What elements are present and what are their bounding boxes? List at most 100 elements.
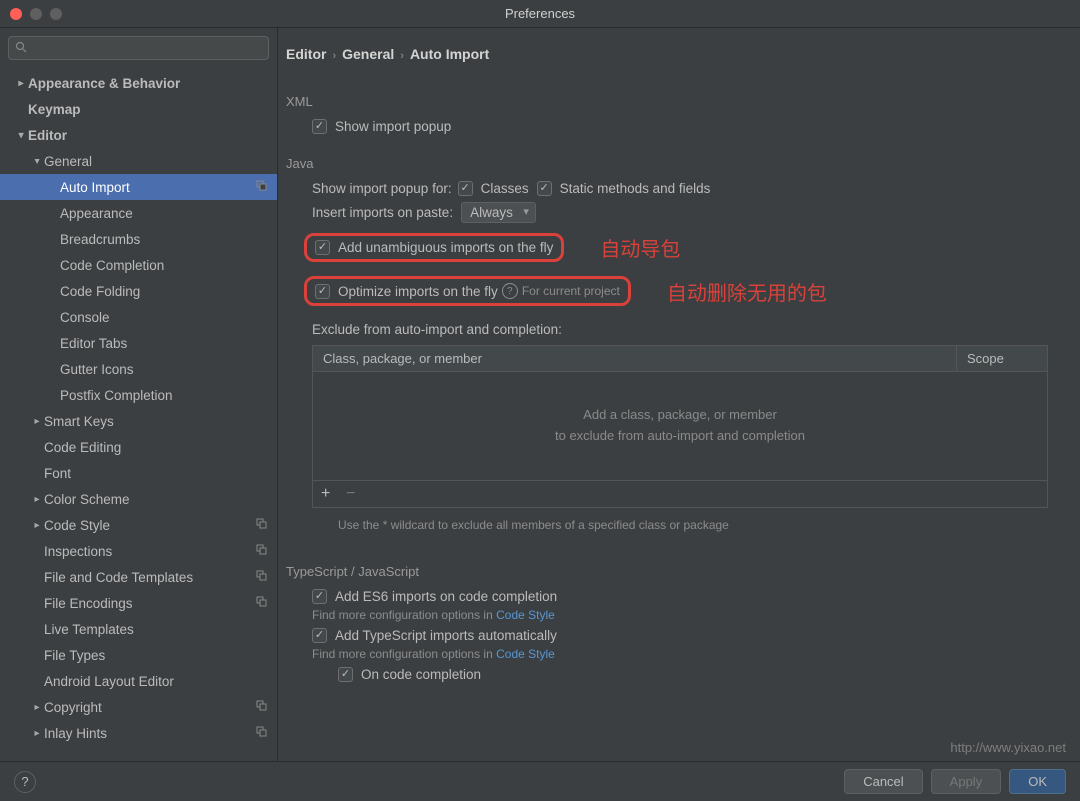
sidebar-item-label: Code Completion — [60, 258, 164, 273]
chevron-icon[interactable]: ▸ — [30, 520, 44, 531]
help-button[interactable]: ? — [14, 771, 36, 793]
static-methods-checkbox[interactable] — [537, 181, 552, 196]
cancel-button[interactable]: Cancel — [844, 769, 922, 794]
sidebar-item-color-scheme[interactable]: ▸Color Scheme — [0, 486, 277, 512]
col-scope-header[interactable]: Scope — [957, 346, 1047, 371]
ts-section: TypeScript / JavaScript — [286, 564, 1058, 579]
sidebar-item-breadcrumbs[interactable]: Breadcrumbs — [0, 226, 277, 252]
sidebar-item-label: Font — [44, 466, 71, 481]
sidebar-item-console[interactable]: Console — [0, 304, 277, 330]
sidebar-item-code-editing[interactable]: Code Editing — [0, 434, 277, 460]
ok-button[interactable]: OK — [1009, 769, 1066, 794]
sidebar-item-code-folding[interactable]: Code Folding — [0, 278, 277, 304]
col-class-header[interactable]: Class, package, or member — [313, 346, 957, 371]
sidebar-item-label: File and Code Templates — [44, 570, 193, 585]
chevron-icon[interactable]: ▸ — [16, 128, 27, 142]
sidebar-item-label: Breadcrumbs — [60, 232, 140, 247]
search-input[interactable] — [8, 36, 269, 60]
sidebar-item-inspections[interactable]: Inspections — [0, 538, 277, 564]
annotation-auto-import: 自动导包 — [600, 233, 680, 262]
sidebar-item-copyright[interactable]: ▸Copyright — [0, 694, 277, 720]
sidebar-item-live-templates[interactable]: Live Templates — [0, 616, 277, 642]
xml-section: XML — [286, 94, 1058, 109]
minimize-icon[interactable] — [30, 8, 42, 20]
wildcard-hint: Use the * wildcard to exclude all member… — [338, 516, 778, 534]
add-ts-checkbox[interactable] — [312, 628, 327, 643]
sidebar-item-label: Inlay Hints — [44, 726, 107, 741]
sidebar-item-label: Console — [60, 310, 110, 325]
chevron-icon[interactable]: ▸ — [30, 728, 44, 739]
apply-button[interactable]: Apply — [931, 769, 1002, 794]
chevron-icon[interactable]: ▸ — [32, 154, 43, 168]
sidebar-item-auto-import[interactable]: Auto Import — [0, 174, 277, 200]
sidebar-item-code-style[interactable]: ▸Code Style — [0, 512, 277, 538]
sidebar-item-label: Keymap — [28, 102, 81, 117]
sidebar-item-editor-tabs[interactable]: Editor Tabs — [0, 330, 277, 356]
sidebar-item-label: Postfix Completion — [60, 388, 173, 403]
remove-exclude-button[interactable]: − — [346, 485, 355, 502]
optimize-label: Optimize imports on the fly — [338, 284, 498, 299]
code-style-link[interactable]: Code Style — [496, 608, 555, 622]
sidebar-item-label: Editor — [28, 128, 67, 143]
code-style-link-2[interactable]: Code Style — [496, 647, 555, 661]
sidebar-item-smart-keys[interactable]: ▸Smart Keys — [0, 408, 277, 434]
sidebar-item-inlay-hints[interactable]: ▸Inlay Hints — [0, 720, 277, 746]
xml-show-import-popup-label: Show import popup — [335, 119, 451, 134]
sidebar-item-android-layout-editor[interactable]: Android Layout Editor — [0, 668, 277, 694]
chevron-icon[interactable]: ▸ — [30, 702, 44, 713]
titlebar: Preferences — [0, 0, 1080, 28]
exclude-empty: Add a class, package, or member to exclu… — [313, 372, 1047, 480]
insert-on-paste-dropdown[interactable]: Always — [461, 202, 536, 223]
ts-hint: Find more configuration options in Code … — [312, 647, 555, 661]
sidebar-item-font[interactable]: Font — [0, 460, 277, 486]
maximize-icon[interactable] — [50, 8, 62, 20]
add-unambiguous-checkbox[interactable] — [315, 240, 330, 255]
close-icon[interactable] — [10, 8, 22, 20]
sidebar-item-keymap[interactable]: Keymap — [0, 96, 277, 122]
on-completion-checkbox[interactable] — [338, 667, 353, 682]
sidebar-item-label: Auto Import — [60, 180, 130, 195]
classes-checkbox[interactable] — [458, 181, 473, 196]
optimize-checkbox[interactable] — [315, 284, 330, 299]
help-icon[interactable]: ? — [502, 283, 518, 299]
chevron-icon[interactable]: ▸ — [30, 416, 44, 427]
sidebar-item-label: Live Templates — [44, 622, 134, 637]
exclude-label: Exclude from auto-import and completion: — [312, 322, 562, 337]
chevron-icon[interactable]: ▸ — [30, 494, 44, 505]
shared-settings-icon — [256, 518, 267, 532]
sidebar-item-code-completion[interactable]: Code Completion — [0, 252, 277, 278]
shared-settings-icon — [256, 700, 267, 714]
static-methods-label: Static methods and fields — [560, 181, 711, 196]
sidebar-item-editor[interactable]: ▸Editor — [0, 122, 277, 148]
on-completion-label: On code completion — [361, 667, 481, 682]
sidebar-item-label: Inspections — [44, 544, 112, 559]
chevron-icon[interactable]: ▸ — [14, 78, 28, 89]
classes-label: Classes — [481, 181, 529, 196]
window-title: Preferences — [0, 6, 1080, 21]
sidebar-item-label: Appearance — [60, 206, 133, 221]
sidebar-item-file-types[interactable]: File Types — [0, 642, 277, 668]
sidebar-item-label: General — [44, 154, 92, 169]
xml-show-import-popup-checkbox[interactable] — [312, 119, 327, 134]
add-unambiguous-label: Add unambiguous imports on the fly — [338, 240, 553, 255]
shared-settings-icon — [256, 570, 267, 584]
sidebar-item-general[interactable]: ▸General — [0, 148, 277, 174]
annotation-auto-remove: 自动删除无用的包 — [667, 277, 827, 306]
sidebar-item-file-code-templates[interactable]: File and Code Templates — [0, 564, 277, 590]
sidebar-item-label: Copyright — [44, 700, 102, 715]
sidebar-item-label: Code Folding — [60, 284, 140, 299]
add-es6-checkbox[interactable] — [312, 589, 327, 604]
add-exclude-button[interactable]: + — [321, 485, 330, 502]
sidebar-item-postfix-completion[interactable]: Postfix Completion — [0, 382, 277, 408]
sidebar-item-appearance-behavior[interactable]: ▸Appearance & Behavior — [0, 70, 277, 96]
sidebar-item-label: Code Editing — [44, 440, 121, 455]
optimize-highlight: Optimize imports on the fly ? For curren… — [304, 276, 631, 306]
sidebar-item-label: File Types — [44, 648, 105, 663]
shared-settings-icon — [256, 596, 267, 610]
exclude-table: Class, package, or member Scope Add a cl… — [312, 345, 1048, 508]
sidebar-item-gutter-icons[interactable]: Gutter Icons — [0, 356, 277, 382]
sidebar-item-file-encodings[interactable]: File Encodings — [0, 590, 277, 616]
show-import-popup-for-label: Show import popup for: — [312, 181, 452, 196]
sidebar-item-appearance[interactable]: Appearance — [0, 200, 277, 226]
search-icon — [15, 41, 27, 56]
